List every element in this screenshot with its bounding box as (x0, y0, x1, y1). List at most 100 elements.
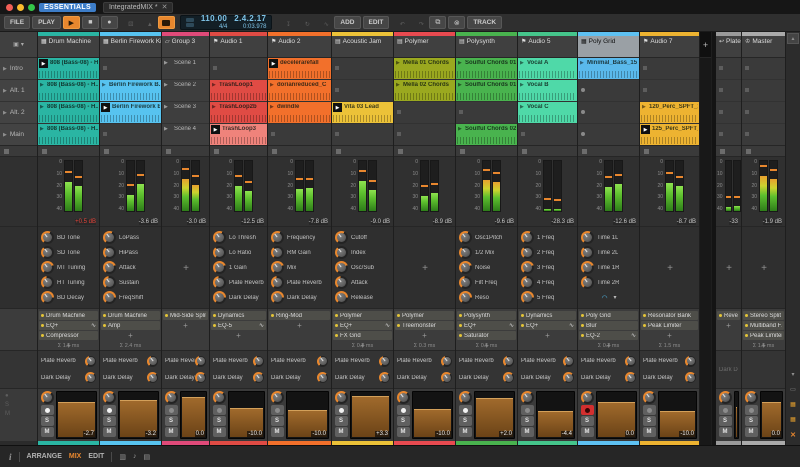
device-item[interactable]: EQ-2 ∿ (579, 331, 638, 340)
mute-button[interactable]: M (396, 427, 410, 437)
macro-knob[interactable] (215, 293, 224, 302)
clip-launch-icon[interactable]: ▶ (212, 82, 216, 88)
clip-slot[interactable]: ▶ 120_Perc_SPFT_13 (640, 102, 699, 123)
device-panel-icon[interactable]: ▦ (790, 416, 796, 423)
send-row[interactable]: Dark Delay (335, 371, 390, 384)
send-knob[interactable] (196, 357, 205, 366)
clip-launch-icon[interactable]: ▶ (212, 104, 216, 110)
macro-knob[interactable] (273, 293, 282, 302)
clip-slot[interactable]: ▶ Soulful Chords 01 B (456, 80, 517, 101)
macro-knob-row[interactable]: Osc/Sub (335, 261, 391, 274)
clip-slot-empty[interactable] (578, 102, 639, 123)
track-strip-audio-5[interactable]: ⚑ Audio 5 ▶ Vocal A ▶ Vocal B ▶ Vocal C … (518, 32, 578, 445)
macro-knob-row[interactable]: RM Gain (271, 246, 329, 259)
clip-slot-empty[interactable] (640, 80, 699, 101)
clip-slot[interactable]: ▶ TrashLoop2b (210, 102, 267, 123)
clip-launch-icon[interactable]: ▶ (40, 104, 44, 110)
pan-knob[interactable] (580, 391, 594, 404)
clip-slot[interactable]: ▶ Mella 02 Chords (394, 80, 455, 101)
record-arm-button[interactable] (212, 405, 226, 415)
device-enabled-icon[interactable] (719, 314, 722, 317)
mute-button[interactable]: M (102, 427, 116, 437)
macro-knob[interactable] (337, 248, 346, 257)
add-device-button[interactable]: + (395, 331, 454, 340)
macro-knob[interactable] (523, 263, 532, 272)
clip-launch-icon[interactable]: ▶ (270, 104, 274, 110)
solo-button[interactable]: S (718, 416, 732, 426)
clip-slot[interactable]: ▶ Scene 1 (162, 58, 209, 79)
clip-playing-icon[interactable]: ▶ (101, 103, 110, 112)
device-enabled-icon[interactable] (335, 334, 338, 337)
clip-slot-empty[interactable] (100, 124, 161, 145)
macro-knob-row[interactable]: Osc1Pitch (459, 231, 515, 244)
macro-knob-row[interactable]: Noise (459, 261, 515, 274)
undo-button[interactable]: ↶ (391, 16, 408, 29)
solo-button[interactable]: S (164, 416, 178, 426)
track-strip-group-3[interactable]: ▱ Group 3 ▶ Scene 1 ▶ Scene 2 ▶ Scene 3 … (162, 32, 210, 445)
clip-launch-icon[interactable]: ▶ (642, 104, 646, 110)
solo-button[interactable]: S (270, 416, 284, 426)
clip-launch-icon[interactable]: ▶ (458, 82, 462, 88)
record-arm-button[interactable] (334, 405, 348, 415)
track-menu-button[interactable]: TRACK (467, 16, 503, 29)
stop-clips-button[interactable] (640, 146, 699, 157)
device-enabled-icon[interactable] (103, 314, 106, 317)
send-knob[interactable] (254, 373, 263, 382)
macro-knob-row[interactable]: FreqShift (103, 291, 159, 304)
solo-button[interactable]: S (744, 416, 758, 426)
add-remote-control-button[interactable]: + (643, 231, 697, 306)
macro-knob[interactable] (337, 278, 346, 287)
track-strip-audio-1[interactable]: ⚑ Audio 1 ▶ TrashLoop1 ▶ TrashLoop2b ▶ T… (210, 32, 268, 445)
stop-clips-button[interactable] (716, 146, 741, 157)
keyboard-panel-icon[interactable]: ▤ (143, 453, 150, 461)
solo-button[interactable]: S (642, 416, 656, 426)
add-device-button[interactable]: + (717, 321, 740, 330)
groove-toggle-button[interactable] (157, 16, 175, 29)
scene-launch-button[interactable]: ▶ Intro (0, 58, 37, 79)
device-enabled-icon[interactable] (103, 324, 106, 327)
stop-clips-button[interactable] (268, 146, 331, 157)
track-strip-berlin-firework-kit[interactable]: ▦ Berlin Firework Kit ▶ Berlin Firework … (100, 32, 162, 445)
redo-button[interactable]: ↷ (410, 16, 427, 29)
add-device-button[interactable]: + (163, 321, 208, 330)
scene-launch-button[interactable]: ▶ Main (0, 124, 37, 145)
volume-fader[interactable]: -10.0 (412, 391, 453, 439)
device-item[interactable]: Resonator Bank (641, 311, 698, 320)
solo-button[interactable]: S (212, 416, 226, 426)
track-strip-master[interactable]: ♔ Master 0 10 20 30 40 -1.9 dB + Stereo Spli… (742, 32, 786, 445)
macro-knob[interactable] (43, 233, 52, 242)
scene-column-header[interactable]: ▣ ▾ (0, 32, 37, 58)
send-knob[interactable] (148, 357, 157, 366)
clip-launch-icon[interactable]: ▶ (396, 82, 400, 88)
send-knob[interactable] (564, 357, 573, 366)
macro-knob[interactable] (215, 233, 224, 242)
pan-knob[interactable] (520, 391, 534, 404)
automation-follow-button[interactable]: ∿ (315, 16, 332, 29)
macro-knob[interactable] (523, 233, 532, 242)
macro-knob-row[interactable]: Attack (103, 261, 159, 274)
time-signature-value[interactable]: 4/4 (219, 24, 227, 31)
clip-launch-icon[interactable]: ▶ (396, 60, 400, 66)
clip-slot-empty[interactable] (456, 102, 517, 123)
macro-knob[interactable] (523, 278, 532, 287)
send-row[interactable]: Dark Delay (103, 371, 158, 384)
macro-knob-row[interactable]: SD Tone (41, 246, 97, 259)
clip-slot-empty[interactable] (716, 58, 741, 79)
clip-slot-empty[interactable] (332, 58, 393, 79)
volume-fader[interactable]: +2.0 (474, 391, 515, 439)
stop-clips-button[interactable] (578, 146, 639, 157)
clip-slot-empty[interactable] (578, 124, 639, 145)
add-device-button[interactable]: + (519, 331, 576, 340)
edit-view-button[interactable]: EDIT (88, 453, 104, 460)
clip-slot[interactable]: ▶ dorianreduced_C (268, 80, 331, 101)
clip-launch-icon[interactable]: ▶ (458, 60, 462, 66)
macro-knob-row[interactable]: Sustain (103, 276, 159, 289)
stop-clips-button[interactable] (162, 146, 209, 157)
device-item[interactable]: Drum Machine (39, 311, 98, 320)
device-enabled-icon[interactable] (581, 334, 584, 337)
browser-panel-icon[interactable]: ▦ (790, 401, 796, 408)
clip-slot[interactable]: ▶ Vocal C (518, 102, 577, 123)
send-row[interactable]: Plate Reverb (397, 355, 452, 368)
macro-knob[interactable] (461, 278, 470, 287)
device-item[interactable]: EQ+ ∿ (333, 321, 392, 330)
